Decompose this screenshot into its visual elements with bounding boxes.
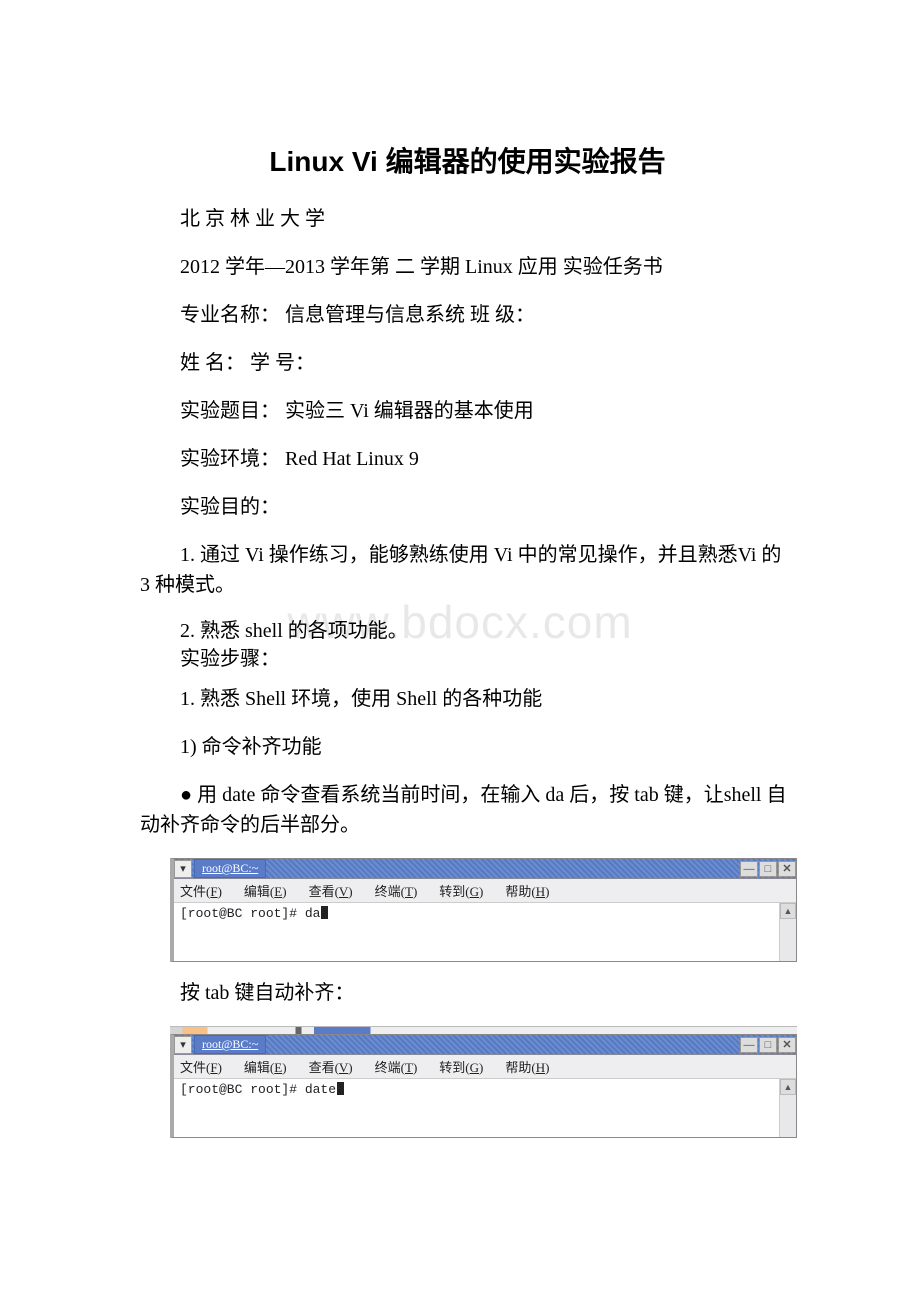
menu-goto[interactable]: 转到(G) bbox=[439, 881, 483, 900]
menu-terminal[interactable]: 终端(T) bbox=[375, 1057, 418, 1076]
steps-label: 实验步骤： bbox=[140, 646, 795, 672]
menu-help[interactable]: 帮助(H) bbox=[505, 1057, 549, 1076]
scrollbar[interactable]: ▲ bbox=[779, 1079, 796, 1137]
step-1-1: 1) 命令补齐功能 bbox=[140, 732, 795, 762]
menu-file[interactable]: 文件(F) bbox=[180, 881, 222, 900]
date-description: ● 用 date 命令查看系统当前时间，在输入 da 后，按 tab 键，让sh… bbox=[140, 780, 795, 840]
exp-title-line: 实验题目： 实验三 Vi 编辑器的基本使用 bbox=[140, 396, 795, 426]
goal-2: 2. 熟悉 shell 的各项功能。 bbox=[140, 618, 795, 644]
after-tab-label: 按 tab 键自动补齐： bbox=[140, 978, 795, 1008]
document-title: Linux Vi 编辑器的使用实验报告 bbox=[140, 140, 795, 180]
minimize-button[interactable]: — bbox=[740, 861, 758, 877]
cursor-icon bbox=[321, 906, 328, 919]
terminal-output[interactable]: [root@BC root]# da bbox=[174, 903, 779, 961]
window-title: root@BC:~ bbox=[194, 1035, 266, 1054]
exp-env-line: 实验环境： Red Hat Linux 9 bbox=[140, 444, 795, 474]
prompt-line-2: [root@BC root]# date bbox=[180, 1082, 336, 1097]
window-title: root@BC:~ bbox=[194, 859, 266, 878]
menu-view[interactable]: 查看(V) bbox=[309, 1057, 353, 1076]
menu-help[interactable]: 帮助(H) bbox=[505, 881, 549, 900]
school-name: 北 京 林 业 大 学 bbox=[140, 204, 795, 234]
maximize-button[interactable]: □ bbox=[759, 1037, 777, 1053]
system-menu-icon[interactable]: ▾ bbox=[174, 1036, 192, 1054]
maximize-button[interactable]: □ bbox=[759, 861, 777, 877]
system-menu-icon[interactable]: ▾ bbox=[174, 860, 192, 878]
cursor-icon bbox=[337, 1082, 344, 1095]
scroll-up-button[interactable]: ▲ bbox=[780, 1079, 796, 1095]
menu-terminal[interactable]: 终端(T) bbox=[375, 881, 418, 900]
menu-bar: 文件(F) 编辑(E) 查看(V) 终端(T) 转到(G) 帮助(H) bbox=[174, 879, 796, 903]
menu-goto[interactable]: 转到(G) bbox=[439, 1057, 483, 1076]
menu-bar: 文件(F) 编辑(E) 查看(V) 终端(T) 转到(G) 帮助(H) bbox=[174, 1055, 796, 1079]
scroll-up-button[interactable]: ▲ bbox=[780, 903, 796, 919]
close-button[interactable]: ✕ bbox=[778, 861, 796, 877]
menu-view[interactable]: 查看(V) bbox=[309, 881, 353, 900]
document-content: Linux Vi 编辑器的使用实验报告 北 京 林 业 大 学 2012 学年—… bbox=[0, 0, 920, 1138]
major-line: 专业名称： 信息管理与信息系统 班 级： bbox=[140, 300, 795, 330]
terminal-screenshot-1: ▾ root@BC:~ — □ ✕ 文件(F) 编辑(E) 查看(V) 终端(T… bbox=[170, 858, 795, 962]
menu-edit[interactable]: 编辑(E) bbox=[244, 1057, 287, 1076]
scrollbar[interactable]: ▲ bbox=[779, 903, 796, 961]
name-id-line: 姓 名： 学 号： bbox=[140, 348, 795, 378]
semester-line: 2012 学年—2013 学年第 二 学期 Linux 应用 实验任务书 bbox=[140, 252, 795, 282]
menu-file[interactable]: 文件(F) bbox=[180, 1057, 222, 1076]
menu-edit[interactable]: 编辑(E) bbox=[244, 881, 287, 900]
step-1: 1. 熟悉 Shell 环境，使用 Shell 的各种功能 bbox=[140, 684, 795, 714]
terminal-screenshot-2: ▾ root@BC:~ — □ ✕ 文件(F) 编辑(E) 查看(V) 终端(T… bbox=[170, 1034, 795, 1138]
titlebar: ▾ root@BC:~ — □ ✕ bbox=[174, 859, 796, 879]
goal-1: 1. 通过 Vi 操作练习，能够熟练使用 Vi 中的常见操作，并且熟悉Vi 的 … bbox=[140, 540, 795, 600]
terminal-output[interactable]: [root@BC root]# date bbox=[174, 1079, 779, 1137]
titlebar: ▾ root@BC:~ — □ ✕ bbox=[174, 1035, 796, 1055]
exp-goal-label: 实验目的： bbox=[140, 492, 795, 522]
minimize-button[interactable]: — bbox=[740, 1037, 758, 1053]
close-button[interactable]: ✕ bbox=[778, 1037, 796, 1053]
prompt-line-1: [root@BC root]# da bbox=[180, 906, 320, 921]
